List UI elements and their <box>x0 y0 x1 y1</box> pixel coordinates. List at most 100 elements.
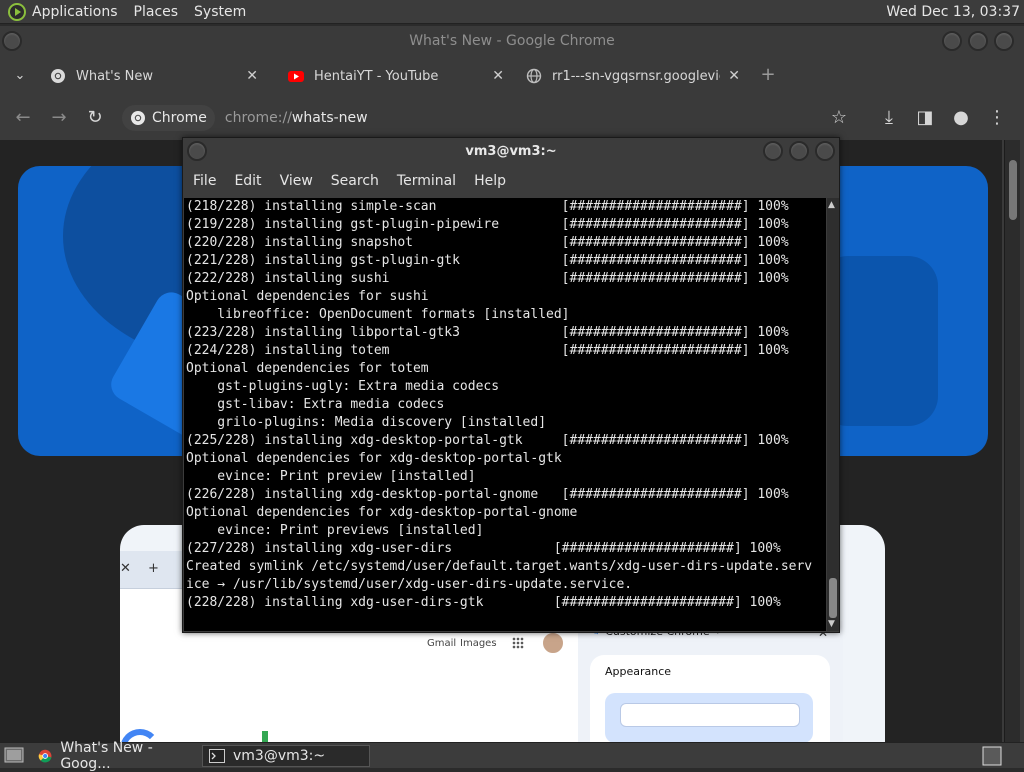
menu-view[interactable]: View <box>280 173 313 189</box>
tab-youtube[interactable]: HentaiYT - YouTube ✕ <box>278 60 516 92</box>
terminal-line: (226/228) installing xdg-desktop-portal-… <box>186 487 789 502</box>
taskbar-item-terminal[interactable]: vm3@vm3:~ <box>202 745 370 767</box>
terminal-line: ice → /usr/lib/systemd/user/xdg-user-dir… <box>186 577 633 592</box>
terminal-scrollbar-thumb[interactable] <box>829 578 837 618</box>
distro-logo-icon[interactable] <box>8 2 26 21</box>
terminal-window: vm3@vm3:~ File Edit View Search Terminal… <box>182 137 840 633</box>
taskbar: What's New - Goog... vm3@vm3:~ <box>0 740 1024 772</box>
images-link: Images <box>460 638 497 649</box>
back-arrow-icon[interactable]: ← <box>13 108 33 128</box>
page-scrollbar-thumb[interactable] <box>1009 160 1017 220</box>
apps-grid-icon <box>512 637 524 649</box>
page-scrollbar[interactable] <box>1004 140 1020 742</box>
menu-system[interactable]: System <box>194 4 246 20</box>
menu-file[interactable]: File <box>193 173 216 189</box>
tab-label: What's New <box>76 68 153 84</box>
menu-search[interactable]: Search <box>331 173 379 189</box>
new-tab-plus-icon[interactable]: + <box>758 65 778 85</box>
taskbar-label: vm3@vm3:~ <box>233 748 326 764</box>
tab-label: HentaiYT - YouTube <box>314 68 439 84</box>
url-scheme: chrome:// <box>224 110 292 126</box>
profile-icon[interactable]: ● <box>951 108 971 128</box>
terminal-window-title: vm3@vm3:~ <box>465 144 557 159</box>
top-panel: Applications Places System Wed Dec 13, 0… <box>0 0 1024 24</box>
terminal-line: (222/228) installing sushi [############… <box>186 271 789 286</box>
chrome-site-chip[interactable]: Chrome <box>122 105 215 131</box>
avatar <box>541 631 565 655</box>
terminal-icon <box>209 749 225 763</box>
tab-label: rr1---sn-vgqsrnsr.googlevide <box>552 68 720 84</box>
terminal-line: Optional dependencies for xdg-desktop-po… <box>186 451 562 466</box>
tab-whats-new[interactable]: What's New ✕ <box>40 60 270 92</box>
terminal-line: Optional dependencies for totem <box>186 361 429 376</box>
terminal-line: (220/228) installing snapshot [#########… <box>186 235 789 250</box>
menu-edit[interactable]: Edit <box>234 173 261 189</box>
url-path: whats-new <box>291 110 368 126</box>
chrome-window-title: What's New - Google Chrome <box>409 33 615 49</box>
google-logo-fragment <box>262 731 268 742</box>
globe-icon <box>526 68 542 84</box>
close-tab-icon[interactable]: ✕ <box>246 68 258 84</box>
gmail-link: Gmail <box>427 638 457 649</box>
menu-places[interactable]: Places <box>134 4 179 20</box>
terminal-line: gst-libav: Extra media codecs <box>186 397 445 412</box>
kebab-menu-icon[interactable]: ⋮ <box>987 108 1007 128</box>
terminal-line: grilo-plugins: Media discovery [installe… <box>186 415 547 430</box>
terminal-line: evince: Print previews [installed] <box>186 523 484 538</box>
terminal-titlebar[interactable]: vm3@vm3:~ <box>183 138 839 166</box>
scroll-up-icon[interactable]: ▲ <box>828 200 835 210</box>
terminal-line: libreoffice: OpenDocument formats [insta… <box>186 307 570 322</box>
terminal-line: (219/228) installing gst-plugin-pipewire… <box>186 217 789 232</box>
tab-googlevideo[interactable]: rr1---sn-vgqsrnsr.googlevide ✕ <box>516 60 752 92</box>
tab-search-chevron-icon[interactable]: ⌄ <box>10 66 30 86</box>
taskbar-item-chrome[interactable]: What's New - Goog... <box>32 740 198 772</box>
terminal-line: gst-plugins-ugly: Extra media codecs <box>186 379 500 394</box>
terminal-line: (221/228) installing gst-plugin-gtk [###… <box>186 253 789 268</box>
download-icon[interactable]: ⤓ <box>879 108 899 128</box>
reload-icon[interactable]: ↻ <box>85 108 105 128</box>
close-tab-icon[interactable]: ✕ <box>492 68 504 84</box>
chrome-icon <box>131 111 145 125</box>
window-menu-button[interactable] <box>187 141 207 161</box>
chip-label: Chrome <box>152 110 207 126</box>
maximize-button[interactable] <box>968 31 988 51</box>
side-panel-icon[interactable]: ◨ <box>915 108 935 128</box>
close-tab-icon[interactable]: ✕ <box>728 68 740 84</box>
workspace-switcher[interactable] <box>982 745 1002 767</box>
terminal-line: (224/228) installing totem [############… <box>186 343 789 358</box>
terminal-line: (223/228) installing libportal-gtk3 [###… <box>186 325 789 340</box>
scroll-down-icon[interactable]: ▼ <box>828 619 835 629</box>
terminal-line: Created symlink /etc/systemd/user/defaul… <box>186 559 813 574</box>
terminal-line: Optional dependencies for sushi <box>186 289 429 304</box>
close-button[interactable] <box>994 31 1014 51</box>
terminal-line: (227/228) installing xdg-user-dirs [####… <box>186 541 781 556</box>
minimize-button[interactable] <box>763 141 783 161</box>
menu-applications[interactable]: Applications <box>32 4 118 20</box>
preview-close-icon: ✕ <box>120 561 131 576</box>
maximize-button[interactable] <box>789 141 809 161</box>
terminal-line: (228/228) installing xdg-user-dirs-gtk [… <box>186 595 781 610</box>
bookmark-star-icon[interactable]: ☆ <box>829 108 849 128</box>
terminal-scrollbar[interactable]: ▲ ▼ <box>827 198 839 631</box>
window-menu-button[interactable] <box>2 31 22 51</box>
terminal-line: (225/228) installing xdg-desktop-portal-… <box>186 433 789 448</box>
youtube-icon <box>288 71 304 82</box>
chrome-titlebar[interactable]: What's New - Google Chrome <box>0 26 1024 56</box>
menu-help[interactable]: Help <box>474 173 506 189</box>
close-button[interactable] <box>815 141 835 161</box>
omnibox[interactable]: Chrome chrome://whats-new <box>122 100 862 136</box>
tab-strip: ⌄ What's New ✕ HentaiYT - YouTube ✕ rr1-… <box>0 56 1024 96</box>
preview-plus-icon: + <box>148 561 159 576</box>
menu-terminal[interactable]: Terminal <box>397 173 456 189</box>
taskbar-label: What's New - Goog... <box>60 740 153 772</box>
minimize-button[interactable] <box>942 31 962 51</box>
clock[interactable]: Wed Dec 13, 03:37 <box>886 4 1020 20</box>
terminal-output[interactable]: (218/228) installing simple-scan [######… <box>184 198 826 631</box>
appearance-label: Appearance <box>605 665 672 678</box>
url-text[interactable]: chrome://whats-new <box>225 110 368 126</box>
show-desktop-button[interactable] <box>0 745 28 767</box>
forward-arrow-icon[interactable]: → <box>49 108 69 128</box>
terminal-line: Optional dependencies for xdg-desktop-po… <box>186 505 578 520</box>
terminal-line: evince: Print preview [installed] <box>186 469 476 484</box>
